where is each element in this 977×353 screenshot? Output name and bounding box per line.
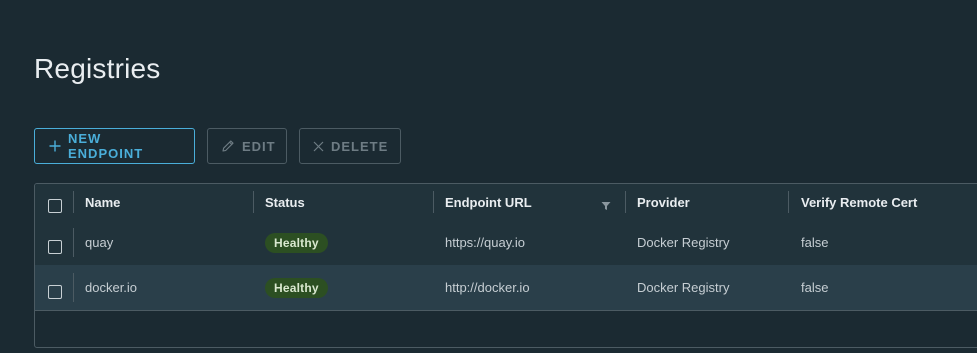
verify-remote-cert: false [801, 235, 829, 250]
edit-label: EDIT [242, 138, 276, 154]
status-cell: Healthy [265, 265, 328, 310]
registries-table: Name Status Endpoint URL Provider Verify… [34, 183, 977, 348]
table-header-row: Name Status Endpoint URL Provider Verify… [35, 184, 977, 221]
registry-name: quay [85, 235, 114, 250]
provider: Docker Registry [637, 280, 730, 295]
table-empty-area [35, 311, 977, 347]
row-select-cell [48, 265, 62, 310]
table-row[interactable]: docker.io Healthy http://docker.io Docke… [35, 265, 977, 311]
column-header-name[interactable]: Name [85, 184, 120, 220]
filter-icon[interactable] [601, 198, 611, 216]
x-icon [313, 141, 324, 152]
status-badge: Healthy [265, 232, 328, 253]
registry-name: docker.io [85, 280, 138, 295]
verify-remote-cert: false [801, 280, 829, 295]
status-cell: Healthy [265, 220, 328, 265]
endpoint-url: http://docker.io [445, 280, 530, 295]
delete-button[interactable]: DELETE [299, 128, 401, 164]
select-all-cell [48, 184, 62, 220]
toolbar: NEW ENDPOINT EDIT DELETE [34, 128, 401, 164]
column-header-provider[interactable]: Provider [637, 184, 690, 220]
delete-label: DELETE [331, 138, 389, 154]
pencil-icon [221, 139, 235, 153]
new-endpoint-label: NEW ENDPOINT [68, 131, 144, 161]
column-header-verify-remote-cert[interactable]: Verify Remote Cert [801, 184, 917, 220]
row-checkbox[interactable] [48, 284, 62, 299]
new-endpoint-button[interactable]: NEW ENDPOINT [34, 128, 195, 164]
status-badge: Healthy [265, 277, 328, 298]
page-title: Registries [34, 53, 161, 84]
row-select-cell [48, 220, 62, 265]
row-checkbox[interactable] [48, 239, 62, 254]
select-all-checkbox[interactable] [48, 199, 62, 213]
edit-button[interactable]: EDIT [207, 128, 287, 164]
table-row[interactable]: quay Healthy https://quay.io Docker Regi… [35, 220, 977, 266]
plus-icon [49, 140, 61, 152]
endpoint-url: https://quay.io [445, 235, 525, 250]
column-header-endpoint-url[interactable]: Endpoint URL [445, 184, 532, 220]
column-header-status[interactable]: Status [265, 184, 305, 220]
provider: Docker Registry [637, 235, 730, 250]
